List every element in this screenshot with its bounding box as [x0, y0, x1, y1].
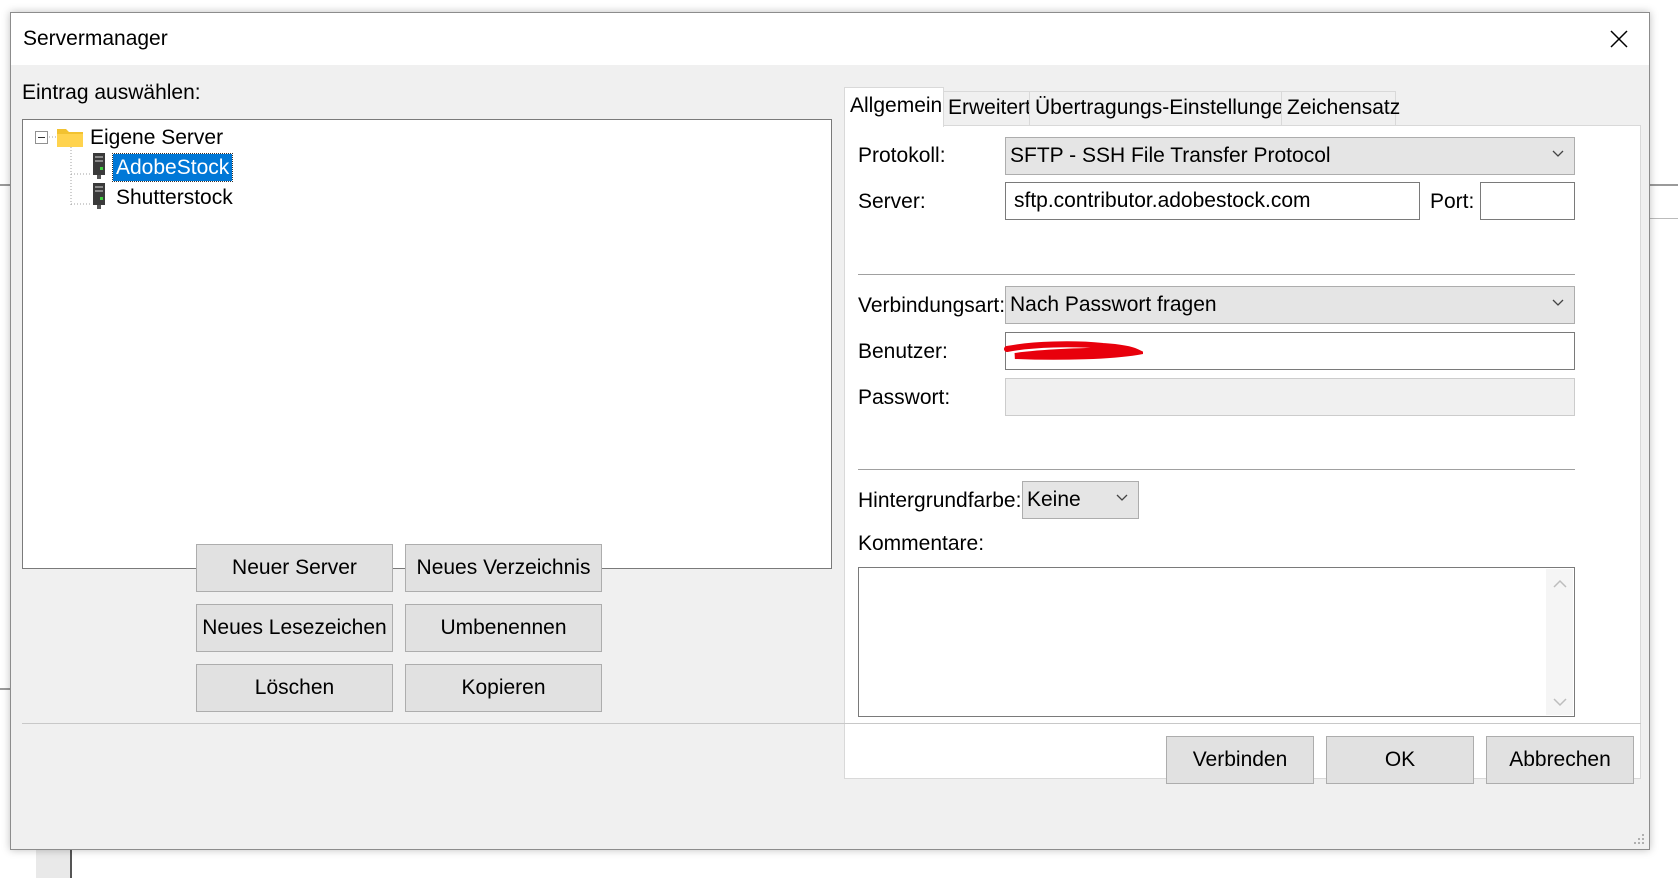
tab-charset[interactable]: Zeichensatz — [1281, 91, 1400, 125]
server-icon — [93, 183, 105, 209]
chevron-down-icon — [1552, 299, 1564, 306]
comments-scrollbar[interactable] — [1546, 569, 1573, 715]
close-button[interactable] — [1597, 21, 1641, 57]
close-icon — [1610, 30, 1628, 48]
tree-node-adobestock[interactable]: AdobeStock — [111, 153, 234, 182]
login-type-select[interactable]: Nach Passwort fragen — [1005, 286, 1575, 324]
server-label: Server: — [858, 190, 926, 213]
separator — [858, 274, 1575, 275]
title-bar: Servermanager — [11, 13, 1649, 65]
tab-panel-general: Protokoll: SFTP - SSH File Transfer Prot… — [844, 125, 1641, 779]
copy-button[interactable]: Kopieren — [405, 664, 602, 712]
background-line — [70, 850, 72, 878]
redaction-scribble — [1004, 341, 1143, 360]
chevron-down-icon — [1552, 150, 1564, 157]
server-manager-dialog: Servermanager Eintrag auswählen: Eigene … — [10, 12, 1650, 850]
login-type-label: Verbindungsart: — [858, 294, 1006, 317]
separator — [858, 469, 1575, 470]
delete-button[interactable]: Löschen — [196, 664, 393, 712]
dialog-separator — [22, 723, 1641, 724]
connect-button[interactable]: Verbinden — [1166, 736, 1314, 784]
folder-icon — [57, 129, 83, 147]
tab-general[interactable]: Allgemein — [844, 87, 944, 127]
comments-label: Kommentare: — [858, 532, 985, 555]
user-label: Benutzer: — [858, 340, 948, 363]
login-type-value: Nach Passwort fragen — [1010, 293, 1217, 316]
cancel-button[interactable]: Abbrechen — [1486, 736, 1634, 784]
new-server-button[interactable]: Neuer Server — [196, 544, 393, 592]
window-title: Servermanager — [23, 27, 168, 50]
settings-tabs: Protokoll: SFTP - SSH File Transfer Prot… — [844, 79, 1641, 779]
protocol-label: Protokoll: — [858, 144, 946, 167]
tab-transfer-settings[interactable]: Übertragungs-Einstellungen — [1029, 91, 1295, 125]
port-input[interactable] — [1480, 182, 1575, 220]
server-icon — [93, 153, 105, 179]
collapse-icon[interactable] — [35, 131, 48, 144]
bgcolor-value: Keine — [1027, 488, 1081, 511]
new-folder-button[interactable]: Neues Verzeichnis — [405, 544, 602, 592]
chevron-down-icon — [1116, 494, 1128, 501]
background-line — [1650, 218, 1678, 219]
background-line — [0, 688, 10, 690]
rename-button[interactable]: Umbenennen — [405, 604, 602, 652]
password-label: Passwort: — [858, 386, 951, 409]
tree-node-own-servers[interactable]: Eigene Server — [87, 126, 226, 150]
server-input[interactable]: sftp.contributor.adobestock.com — [1005, 182, 1420, 220]
scroll-down-icon[interactable] — [1553, 697, 1567, 707]
ok-button[interactable]: OK — [1326, 736, 1474, 784]
tree-node-shutterstock[interactable]: Shutterstock — [113, 186, 236, 210]
port-label: Port: — [1430, 190, 1475, 213]
protocol-select[interactable]: SFTP - SSH File Transfer Protocol — [1005, 137, 1575, 175]
comments-textarea[interactable] — [858, 567, 1575, 717]
background-line — [0, 184, 10, 186]
background-line — [1650, 184, 1678, 186]
password-input[interactable] — [1005, 378, 1575, 416]
tab-advanced[interactable]: Erweitert — [942, 91, 1031, 125]
bgcolor-label: Hintergrundfarbe: — [858, 489, 1022, 512]
background-panel — [36, 850, 72, 878]
new-bookmark-button[interactable]: Neues Lesezeichen — [196, 604, 393, 652]
resize-grip-icon[interactable] — [1632, 832, 1646, 846]
bgcolor-select[interactable]: Keine — [1022, 481, 1139, 519]
scroll-up-icon[interactable] — [1553, 579, 1567, 589]
protocol-value: SFTP - SSH File Transfer Protocol — [1010, 144, 1331, 167]
entry-select-label: Eintrag auswählen: — [22, 81, 201, 104]
server-tree[interactable]: Eigene Server AdobeStock Shutterstock — [22, 119, 832, 569]
